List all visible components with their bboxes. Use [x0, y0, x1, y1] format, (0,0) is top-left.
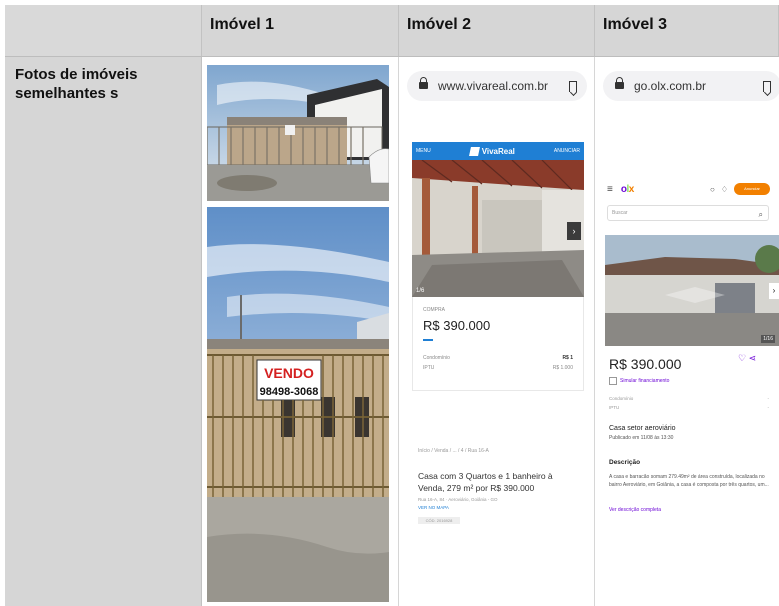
- lock-icon: [419, 77, 428, 91]
- olx-condo-label: Condomínio: [609, 396, 634, 401]
- vivareal-code-tag: CÓD. 2016928: [418, 517, 460, 524]
- header-imovel-1: Imóvel 1: [202, 5, 399, 57]
- olx-listing-title: Casa setor aeroviário: [609, 425, 676, 432]
- vivareal-logo-icon: [468, 146, 480, 156]
- olx-simulate-text: Simular financiamento: [620, 378, 670, 384]
- olx-published-date: Publicado em 11/08 às 13:30: [609, 435, 674, 441]
- vivareal-card-label: COMPRA: [423, 307, 445, 313]
- olx-logo: olx: [620, 183, 634, 195]
- vivareal-iptu-row: IPTU R$ 1.000: [423, 365, 573, 371]
- sign-phone-text: 98498-3068: [260, 386, 319, 398]
- imovel-3-photos-cell: go.olx.com.br ≡ olx ○ ♢ Anunciar Buscar …: [595, 57, 779, 606]
- lock-icon: [615, 77, 624, 91]
- olx-photo: 1/16 ›: [605, 235, 779, 346]
- url-text: go.olx.com.br: [634, 79, 707, 93]
- vivareal-accent-bar: [423, 339, 433, 341]
- olx-search-input[interactable]: Buscar ⌕: [607, 205, 769, 221]
- imovel-2-photos-cell: www.vivareal.com.br MENU VivaReal ANUNCI…: [399, 57, 595, 606]
- chat-icon[interactable]: ○: [710, 185, 715, 194]
- header-imovel-3: Imóvel 3: [595, 5, 779, 57]
- vivareal-price-card: COMPRA R$ 390.000 Condomínio R$ 1 IPTU R…: [412, 297, 584, 391]
- bookmark-icon[interactable]: [763, 80, 771, 92]
- olx-iptu-row: IPTU -: [609, 405, 769, 410]
- header-imovel-2: Imóvel 2: [399, 5, 595, 57]
- hamburger-menu-icon[interactable]: ≡: [607, 184, 613, 195]
- vivareal-photo: 1/6 ›: [412, 160, 584, 297]
- vivareal-condo-value: R$ 1: [562, 355, 573, 361]
- vivareal-map-link[interactable]: VER NO MAPA: [418, 505, 449, 510]
- vivareal-header: MENU VivaReal ANUNCIAR: [412, 142, 584, 160]
- vivareal-condo-row: Condomínio R$ 1: [423, 355, 573, 361]
- olx-price: R$ 390.000: [609, 356, 682, 372]
- vivareal-menu[interactable]: MENU: [416, 148, 431, 154]
- olx-search-placeholder: Buscar: [612, 210, 628, 216]
- vivareal-anunciar[interactable]: ANUNCIAR: [554, 148, 580, 154]
- bookmark-icon[interactable]: [569, 80, 577, 92]
- comparison-table: Imóvel 1 Imóvel 2 Imóvel 3 Fotos de imóv…: [5, 5, 779, 606]
- olx-description-heading: Descrição: [609, 459, 641, 466]
- browser-address-bar[interactable]: www.vivareal.com.br: [407, 71, 587, 101]
- bell-icon[interactable]: ♢: [721, 185, 728, 194]
- vivareal-logo: VivaReal: [468, 146, 515, 156]
- row-label-fotos: Fotos de imóveis semelhantes s: [5, 57, 202, 606]
- vivareal-condo-label: Condomínio: [423, 355, 450, 361]
- vivareal-iptu-label: IPTU: [423, 365, 435, 371]
- heart-share-icons[interactable]: ♡ ⋖: [738, 353, 756, 364]
- olx-post-button[interactable]: Anunciar: [734, 183, 770, 195]
- olx-simulate-link[interactable]: Simular financiamento: [609, 377, 669, 385]
- chevron-right-icon[interactable]: ›: [567, 222, 581, 240]
- vivareal-address: Rua 16-A, 84 · Aeroviário, Goiânia - GO: [418, 497, 498, 502]
- vivareal-listing-title: Casa com 3 Quartos e 1 banheiro à Venda,…: [418, 471, 553, 493]
- olx-photo-count: 1/16: [761, 335, 775, 343]
- house-photo-2: VENDO 98498-3068: [207, 207, 389, 602]
- imovel-1-photos-cell: VENDO 98498-3068: [202, 57, 399, 606]
- vivareal-photo-count: 1/6: [416, 288, 425, 294]
- olx-iptu-label: IPTU: [609, 405, 620, 410]
- vivareal-breadcrumb[interactable]: Início / Venda / ... / 4 / Rua 16-A: [418, 448, 489, 454]
- calculator-icon: [609, 377, 617, 385]
- house-photo-1: [207, 65, 389, 201]
- sign-vendo-text: VENDO: [264, 365, 314, 381]
- search-icon[interactable]: ⌕: [759, 208, 763, 222]
- olx-top-bar: ≡ olx ○ ♢ Anunciar: [607, 179, 770, 199]
- olx-description: A casa e barracão somam 279.49m² de área…: [609, 474, 769, 488]
- url-text: www.vivareal.com.br: [438, 79, 549, 93]
- vivareal-brand: VivaReal: [481, 146, 515, 156]
- browser-address-bar[interactable]: go.olx.com.br: [603, 71, 779, 101]
- olx-full-description-link[interactable]: Ver descrição completa: [609, 507, 661, 513]
- vivareal-listing-screenshot: MENU VivaReal ANUNCIAR 1/6 › COMPRA R$ 3…: [412, 142, 584, 407]
- header-empty-cell: [5, 5, 202, 57]
- chevron-right-icon[interactable]: ›: [769, 283, 779, 299]
- vivareal-iptu-value: R$ 1.000: [552, 365, 573, 371]
- olx-top-icons: ○ ♢ Anunciar: [710, 183, 770, 195]
- olx-condo-row: Condomínio -: [609, 396, 769, 401]
- vivareal-price: R$ 390.000: [423, 318, 491, 333]
